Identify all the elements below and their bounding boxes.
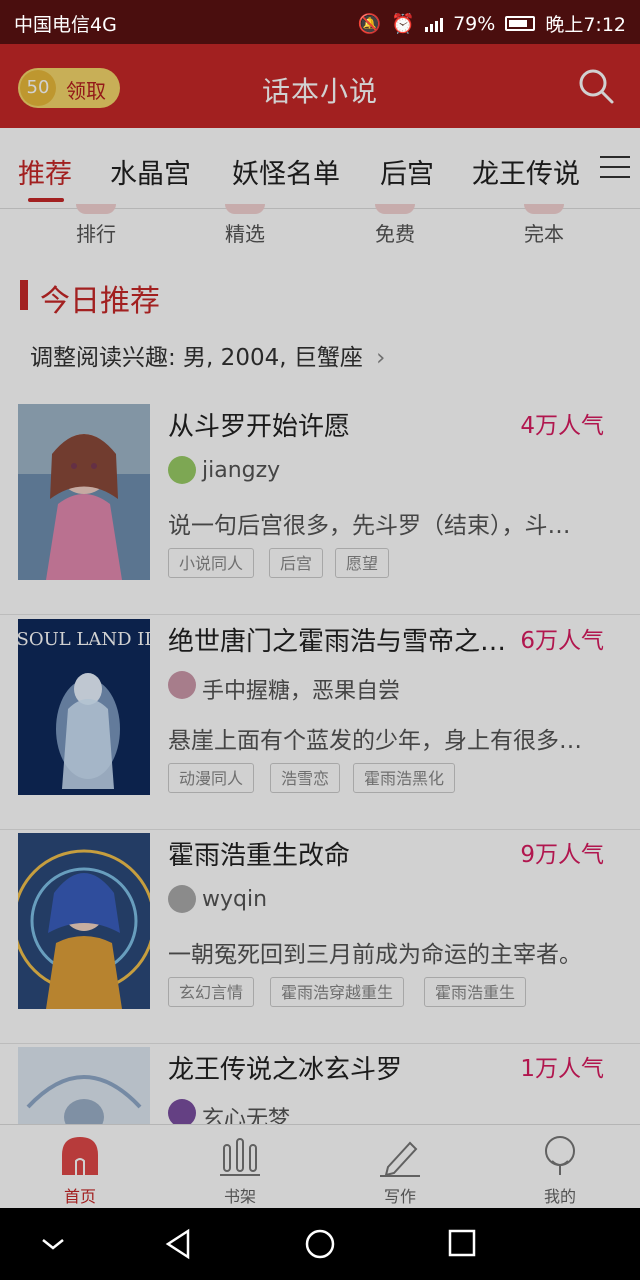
- book-tag[interactable]: 浩雪恋: [270, 763, 341, 793]
- home-icon: [62, 1137, 98, 1175]
- section-marker: [20, 280, 28, 310]
- book-tag[interactable]: 霍雨浩穿越重生: [270, 977, 405, 1007]
- author-avatar: [168, 885, 196, 913]
- book-popularity: 6万人气: [520, 628, 604, 654]
- nav-me-label: 我的: [543, 1187, 576, 1206]
- nav-bookshelf[interactable]: 书架: [160, 1125, 320, 1209]
- book-popularity: 1万人气: [520, 1056, 604, 1082]
- mute-icon: 🔕: [357, 13, 382, 35]
- book-title: 龙王传说之冰玄斗罗: [168, 1055, 403, 1085]
- book-cover: SOUL LAND II: [18, 619, 150, 795]
- book-tag[interactable]: 动漫同人: [168, 763, 255, 793]
- book-description: 悬崖上面有个蓝发的少年，身上有很多…: [168, 728, 582, 754]
- user-icon: [545, 1136, 575, 1175]
- book-tag[interactable]: 玄幻言情: [168, 977, 255, 1007]
- pencil-icon: [380, 1141, 420, 1177]
- nav-bookshelf-label: 书架: [223, 1187, 256, 1206]
- status-bar: 中国电信4G 🔕 ⏰ 79% 晚上7:12: [0, 0, 640, 44]
- book-tag[interactable]: 霍雨浩重生: [424, 977, 527, 1007]
- tab-harem[interactable]: 后宫: [380, 152, 434, 191]
- book-card[interactable]: 霍雨浩重生改命 9万人气 wyqin 一朝冤死回到三月前成为命运的主宰者。 玄幻…: [0, 829, 640, 1044]
- interest-label: 调整阅读兴趣: 男, 2004, 巨蟹座: [30, 345, 363, 371]
- status-right: 🔕 ⏰ 79% 晚上7:12: [358, 10, 626, 37]
- bookshelf-icon: [220, 1138, 260, 1176]
- book-popularity: 4万人气: [520, 413, 604, 439]
- book-author: 手中握糖，恶果自尝: [202, 679, 401, 704]
- author-avatar: [168, 1099, 196, 1124]
- book-title: 霍雨浩重生改命: [168, 841, 351, 871]
- quick-completed[interactable]: 完本: [484, 218, 604, 247]
- menu-icon: [600, 156, 630, 158]
- book-title: 从斗罗开始许愿: [168, 412, 351, 442]
- book-tag[interactable]: 小说同人: [168, 548, 255, 578]
- clock: 晚上7:12: [545, 14, 626, 36]
- chevron-right-icon: ›: [376, 345, 386, 371]
- book-card[interactable]: 从斗罗开始许愿 4万人气 jiangzy 说一句后宫很多，先斗罗（结束），斗… …: [0, 400, 640, 615]
- quick-ranking[interactable]: 排行: [36, 218, 156, 247]
- book-title: 绝世唐门之霍雨浩与雪帝之…: [168, 627, 507, 657]
- alarm-icon: ⏰: [391, 13, 416, 35]
- book-cover: [18, 1047, 150, 1124]
- free-icon[interactable]: [375, 204, 415, 214]
- signal-icon: [425, 16, 444, 32]
- tab-dragon-king[interactable]: 龙王传说: [472, 152, 580, 191]
- nav-home[interactable]: 首页: [0, 1125, 160, 1209]
- author-avatar: [168, 671, 196, 699]
- book-author: 玄心无梦: [202, 1107, 291, 1124]
- quick-featured[interactable]: 精选: [185, 218, 305, 247]
- search-icon: [579, 69, 614, 104]
- book-author: wyqin: [202, 887, 268, 912]
- quick-free[interactable]: 免费: [335, 218, 455, 247]
- book-tag[interactable]: 霍雨浩黑化: [353, 763, 456, 793]
- book-description: 说一句后宫很多，先斗罗（结束），斗…: [168, 513, 571, 539]
- tab-monster-list[interactable]: 妖怪名单: [232, 152, 340, 191]
- tab-crystal-palace[interactable]: 水晶宫: [110, 152, 191, 191]
- nav-home-label: 首页: [63, 1187, 96, 1206]
- book-tag[interactable]: 后宫: [269, 548, 324, 578]
- system-navigation: [0, 1208, 640, 1280]
- battery-percent: 79%: [453, 12, 496, 35]
- tab-menu-button[interactable]: [600, 156, 630, 180]
- nav-me[interactable]: 我的: [480, 1125, 640, 1209]
- book-description: 一朝冤死回到三月前成为命运的主宰者。: [168, 942, 582, 968]
- nav-write[interactable]: 写作: [320, 1125, 480, 1209]
- book-tag[interactable]: 愿望: [335, 548, 390, 578]
- carrier-label: 中国电信4G: [14, 14, 117, 36]
- recents-icon[interactable]: [448, 1228, 476, 1258]
- section-title: 今日推荐: [40, 284, 160, 319]
- completed-icon[interactable]: [524, 204, 564, 214]
- app-header: 50 领取 话本小说: [0, 44, 640, 128]
- ranking-icon[interactable]: [76, 204, 116, 214]
- author-avatar: [168, 456, 196, 484]
- adjust-interest-link[interactable]: 调整阅读兴趣: 男, 2004, 巨蟹座 ›: [30, 338, 385, 372]
- battery-icon: [505, 16, 536, 31]
- collapse-icon[interactable]: [40, 1232, 66, 1256]
- book-popularity: 9万人气: [520, 842, 604, 868]
- back-icon[interactable]: [164, 1228, 192, 1260]
- category-tabs: 推荐 水晶宫 妖怪名单 后宫 龙王传说: [0, 128, 640, 209]
- bottom-navigation: 首页 书架 写作 我的: [0, 1124, 640, 1209]
- search-button[interactable]: [576, 66, 616, 106]
- book-card[interactable]: SOUL LAND II 绝世唐门之霍雨浩与雪帝之… 6万人气 手中握糖，恶果自…: [0, 615, 640, 830]
- book-card[interactable]: 龙王传说之冰玄斗罗 1万人气 玄心无梦: [0, 1043, 640, 1124]
- tab-recommend[interactable]: 推荐: [18, 152, 72, 191]
- active-tab-indicator: [28, 198, 64, 202]
- cover-title: SOUL LAND II: [18, 629, 150, 650]
- book-cover: [18, 404, 150, 580]
- app-title: 话本小说: [261, 75, 378, 108]
- nav-write-label: 写作: [383, 1187, 416, 1206]
- featured-icon[interactable]: [225, 204, 265, 214]
- book-cover: [18, 833, 150, 1009]
- book-author: jiangzy: [202, 458, 281, 483]
- home-circle-icon[interactable]: [304, 1228, 336, 1260]
